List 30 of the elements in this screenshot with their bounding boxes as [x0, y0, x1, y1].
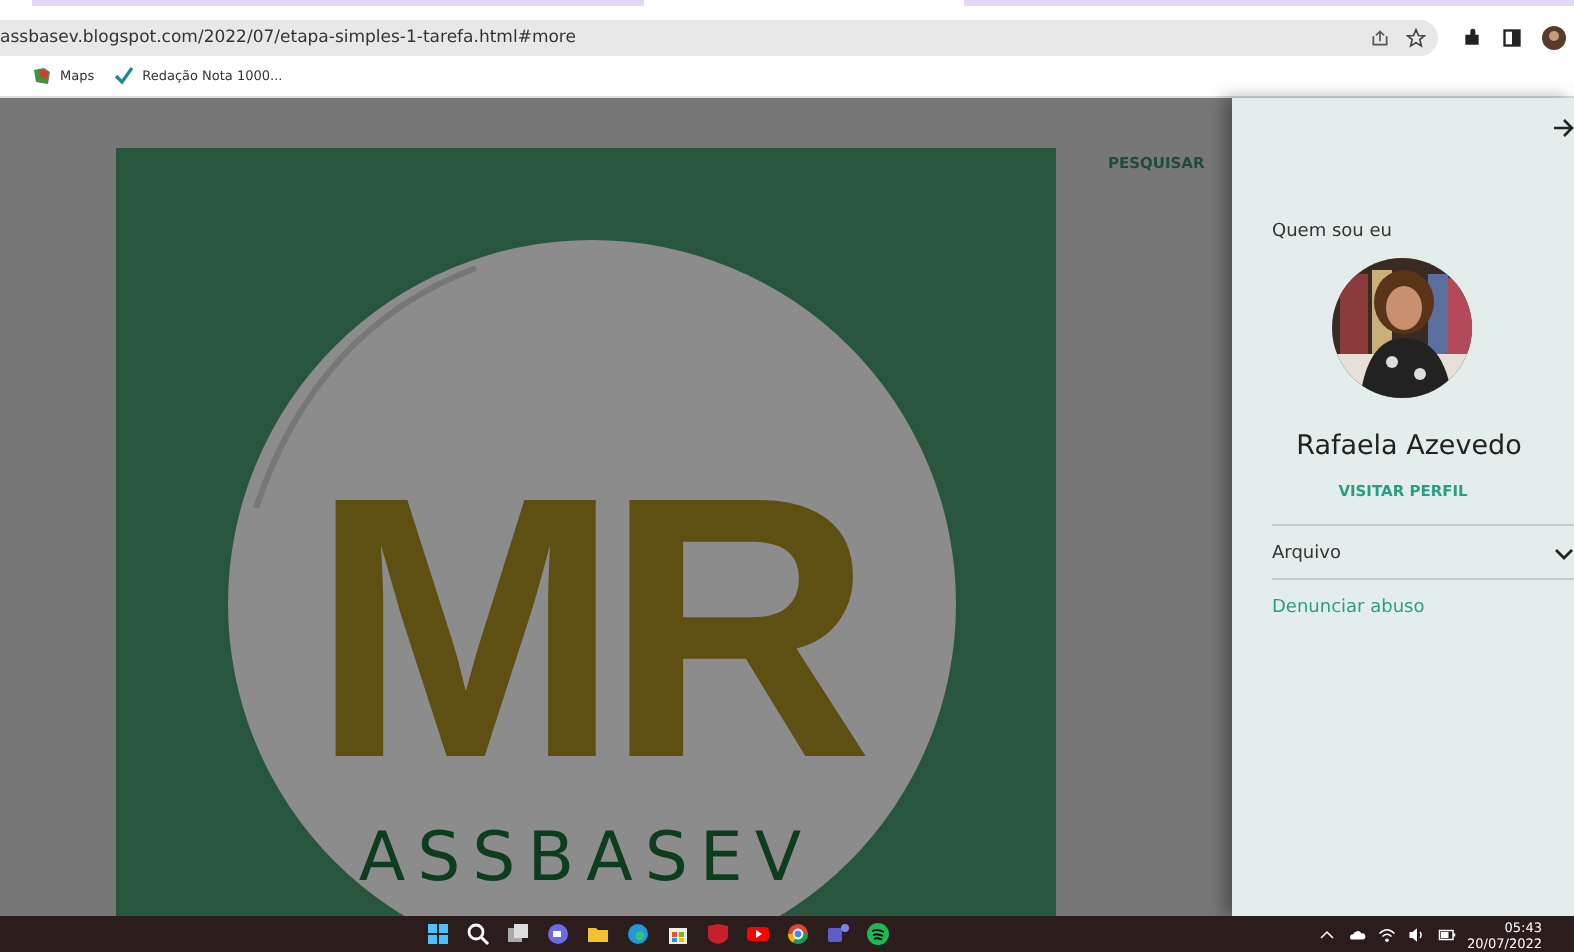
checkmark-icon [114, 66, 135, 86]
address-bar[interactable]: assbasev.blogspot.com/2022/07/etapa-simples-1-tarefa.html#more [0, 20, 1438, 56]
windows-icon[interactable] [426, 922, 450, 946]
cloud-icon[interactable] [1347, 925, 1366, 943]
browser-icon[interactable] [626, 922, 650, 946]
star-icon[interactable] [1406, 28, 1426, 48]
teams-icon[interactable] [826, 922, 850, 946]
play-icon[interactable] [746, 922, 770, 946]
task-view-icon[interactable] [506, 922, 530, 946]
speaker-icon[interactable] [1407, 925, 1426, 943]
folder-icon[interactable] [586, 922, 610, 946]
url-text: assbasev.blogspot.com/2022/07/etapa-simples-1-tarefa.html#more [0, 28, 578, 48]
chrome-icon[interactable] [786, 922, 810, 946]
avatar-icon[interactable] [1542, 26, 1566, 50]
shield-icon[interactable] [706, 922, 730, 946]
share-icon[interactable] [1370, 28, 1390, 48]
chevron-icon [1554, 546, 1574, 562]
archive-toggle[interactable]: Arquivo [1272, 526, 1574, 578]
arrow-right-icon[interactable] [1554, 118, 1574, 138]
store-icon[interactable] [666, 922, 690, 946]
profile-name: Rafaela Azevedo [1296, 430, 1522, 462]
logo: MR ASSBASEV [116, 148, 1056, 916]
battery-icon[interactable] [1437, 925, 1456, 943]
chat-icon[interactable] [546, 922, 570, 946]
music-icon[interactable] [866, 922, 890, 946]
chevron-up-icon[interactable] [1317, 925, 1336, 943]
wifi-icon[interactable] [1377, 925, 1396, 943]
search-icon[interactable] [466, 922, 490, 946]
side-panel-icon[interactable] [1502, 28, 1522, 48]
section-heading: Quem sou eu [1272, 222, 1394, 242]
